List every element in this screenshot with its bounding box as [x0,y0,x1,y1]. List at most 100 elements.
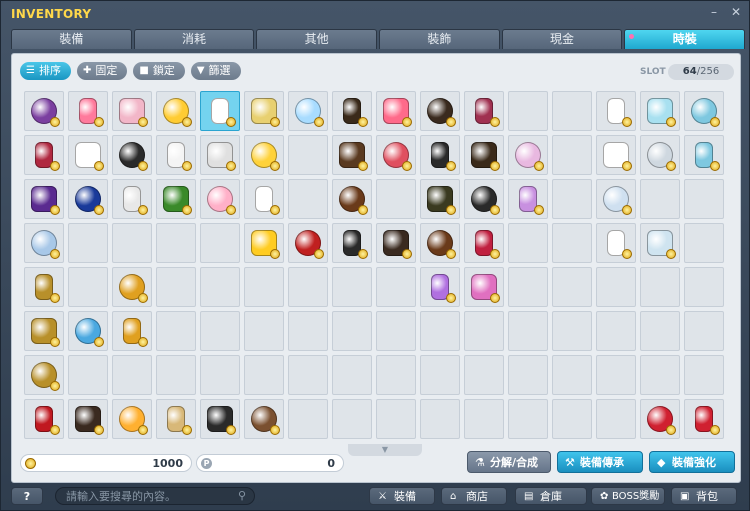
inventory-slot[interactable] [684,311,724,351]
inventory-slot[interactable] [156,355,196,395]
scroll-down-button[interactable]: ▼ [348,444,422,456]
search-icon[interactable]: ⚲ [238,489,246,502]
inventory-slot[interactable] [420,91,460,131]
inventory-slot[interactable] [552,355,592,395]
inventory-slot[interactable] [288,179,328,219]
inventory-slot[interactable] [112,311,152,351]
inventory-slot[interactable] [420,355,460,395]
inventory-slot[interactable] [376,355,416,395]
inventory-slot[interactable] [24,223,64,263]
inventory-slot[interactable] [464,135,504,175]
inventory-slot[interactable] [24,91,64,131]
inventory-slot[interactable] [156,91,196,131]
inventory-slot[interactable] [288,223,328,263]
inventory-slot[interactable] [508,267,548,307]
inventory-slot[interactable] [200,91,240,131]
inventory-slot[interactable] [640,135,680,175]
inventory-slot[interactable] [288,355,328,395]
tab-etc[interactable]: 其他 [256,29,378,49]
inventory-slot[interactable] [596,311,636,351]
inventory-slot[interactable] [684,179,724,219]
inventory-slot[interactable] [244,135,284,175]
inventory-slot[interactable] [288,399,328,439]
inventory-slot[interactable] [288,135,328,175]
inventory-slot[interactable] [464,399,504,439]
inventory-slot[interactable] [332,311,372,351]
inventory-slot[interactable] [376,311,416,351]
inventory-slot[interactable] [508,399,548,439]
help-button[interactable]: ? [11,487,43,505]
inventory-slot[interactable] [332,135,372,175]
tab-equip[interactable]: 裝備 [11,29,132,49]
inventory-slot[interactable] [508,179,548,219]
inventory-slot[interactable] [24,311,64,351]
inventory-slot[interactable] [112,223,152,263]
inventory-slot[interactable] [596,267,636,307]
inventory-slot[interactable] [464,267,504,307]
inventory-slot[interactable] [68,223,108,263]
inventory-slot[interactable] [244,311,284,351]
inventory-slot[interactable] [508,223,548,263]
inventory-slot[interactable] [376,179,416,219]
inventory-slot[interactable] [244,223,284,263]
inventory-slot[interactable] [552,179,592,219]
inventory-slot[interactable] [596,355,636,395]
inventory-slot[interactable] [156,267,196,307]
sort-button[interactable]: ☰ 排序 [20,62,71,80]
inventory-slot[interactable] [332,223,372,263]
inventory-slot[interactable] [200,267,240,307]
inventory-slot[interactable] [464,311,504,351]
inventory-slot[interactable] [596,135,636,175]
close-button[interactable]: ✕ [729,5,743,19]
inventory-slot[interactable] [244,91,284,131]
inventory-slot[interactable] [596,179,636,219]
inventory-slot[interactable] [200,223,240,263]
inventory-slot[interactable] [376,223,416,263]
bag-button[interactable]: ▣ 背包 [671,487,737,505]
inventory-slot[interactable] [420,399,460,439]
inventory-slot[interactable] [508,91,548,131]
inventory-slot[interactable] [596,399,636,439]
tab-consume[interactable]: 消耗 [133,29,255,49]
inventory-slot[interactable] [288,91,328,131]
equip-enhance-button[interactable]: ◆ 裝備強化 [649,451,735,473]
fix-button[interactable]: ✚ 固定 [76,62,128,80]
inventory-slot[interactable] [332,399,372,439]
inventory-slot[interactable] [464,223,504,263]
inventory-slot[interactable] [332,267,372,307]
title-bar[interactable]: INVENTORY – ✕ [1,1,750,27]
inventory-slot[interactable] [156,223,196,263]
inventory-slot[interactable] [464,91,504,131]
inventory-slot[interactable] [420,267,460,307]
inventory-slot[interactable] [552,399,592,439]
inventory-slot[interactable] [68,91,108,131]
inventory-slot[interactable] [464,355,504,395]
inventory-slot[interactable] [200,179,240,219]
inventory-slot[interactable] [376,135,416,175]
inventory-slot[interactable] [684,91,724,131]
inventory-slot[interactable] [24,399,64,439]
inventory-slot[interactable] [552,311,592,351]
storage-button[interactable]: ▤ 倉庫 [515,487,587,505]
inventory-slot[interactable] [68,399,108,439]
inventory-slot[interactable] [640,223,680,263]
boss-reward-button[interactable]: ✿ BOSS獎勵 [591,487,665,505]
inventory-slot[interactable] [244,355,284,395]
inventory-slot[interactable] [200,355,240,395]
inventory-slot[interactable] [640,399,680,439]
inventory-slot[interactable] [68,267,108,307]
inventory-slot[interactable] [112,399,152,439]
inventory-slot[interactable] [376,91,416,131]
inventory-slot[interactable] [156,399,196,439]
inventory-slot[interactable] [24,267,64,307]
inventory-slot[interactable] [288,311,328,351]
inventory-slot[interactable] [684,355,724,395]
inventory-slot[interactable] [200,311,240,351]
inventory-slot[interactable] [24,355,64,395]
inventory-slot[interactable] [24,135,64,175]
inventory-slot[interactable] [464,179,504,219]
inventory-slot[interactable] [508,355,548,395]
search-input[interactable] [66,489,226,504]
inventory-slot[interactable] [552,267,592,307]
equipment-button[interactable]: ⚔ 裝備 [369,487,435,505]
